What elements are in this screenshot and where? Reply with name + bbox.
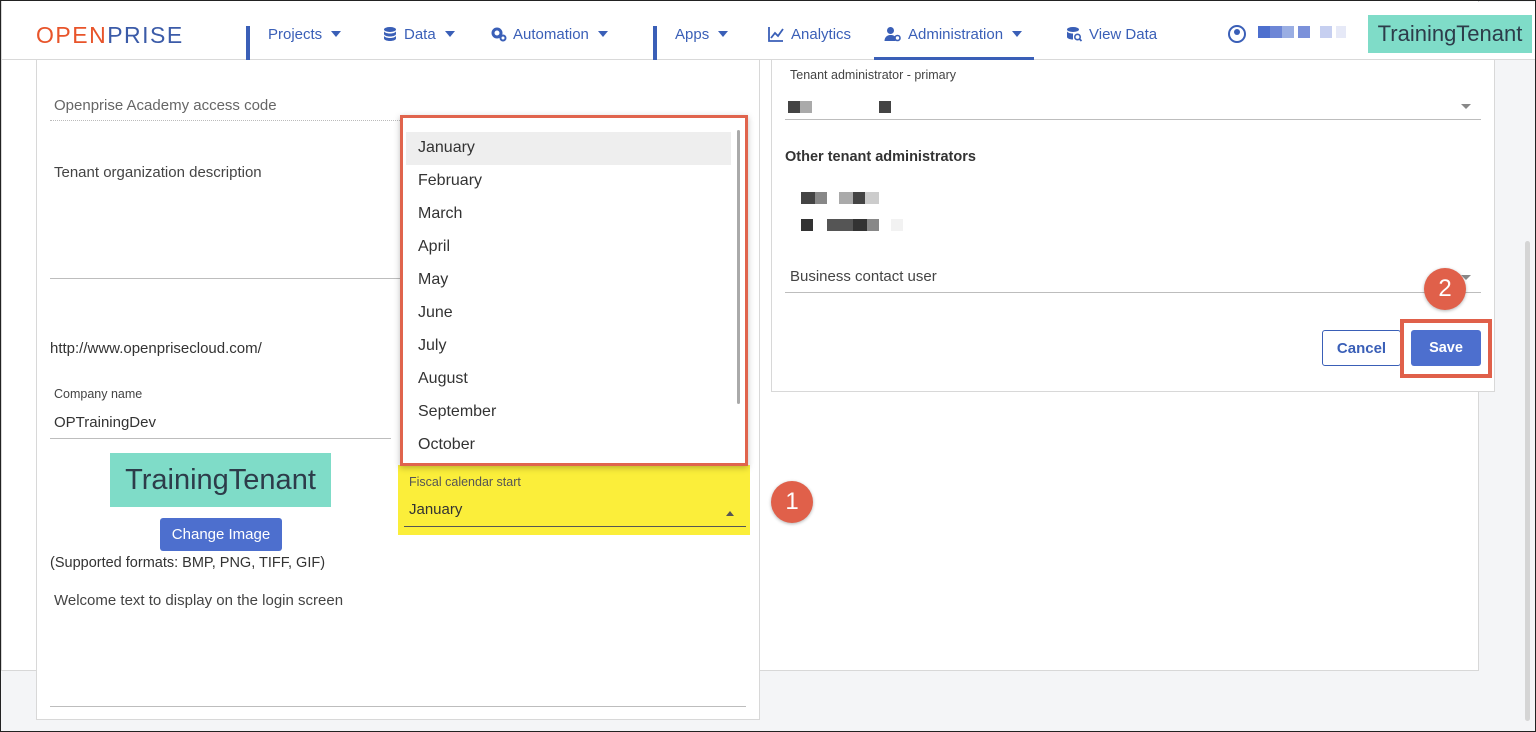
- grid-icon: [246, 26, 262, 62]
- database-search-icon: [1067, 27, 1083, 42]
- chevron-down-icon: [1012, 31, 1023, 37]
- fiscal-calendar-value: January: [409, 501, 463, 518]
- month-option[interactable]: April: [406, 231, 731, 264]
- redacted-block: [800, 101, 812, 113]
- month-option[interactable]: August: [406, 363, 731, 396]
- nav-data-label: Data: [404, 25, 436, 43]
- primary-admin-underline: [785, 119, 1481, 120]
- business-contact-field[interactable]: Business contact user: [790, 268, 937, 285]
- chevron-down-icon: [331, 31, 342, 37]
- change-image-button[interactable]: Change Image: [160, 518, 282, 551]
- other-admins-label: Other tenant administrators: [785, 149, 976, 165]
- month-option[interactable]: January: [406, 132, 731, 165]
- nav-view-data[interactable]: View Data: [1065, 23, 1157, 45]
- openprise-logo[interactable]: OPENPRISE: [36, 22, 184, 49]
- gears-icon: [491, 27, 507, 42]
- chevron-down-icon: [597, 31, 608, 37]
- app-window: OPENPRISE Projects Data Automation Apps …: [0, 0, 1536, 732]
- company-name-underline: [50, 438, 391, 439]
- month-option[interactable]: September: [406, 396, 731, 429]
- page-scrollbar[interactable]: [1525, 241, 1530, 721]
- top-nav: OPENPRISE Projects Data Automation Apps …: [2, 2, 1535, 62]
- redacted-block: [879, 101, 891, 113]
- company-name-label: Company name: [54, 387, 143, 401]
- description-field[interactable]: Tenant organization description: [54, 164, 262, 181]
- website-value: http://www.openprisecloud.com/: [50, 340, 262, 357]
- description-underline: [50, 278, 400, 279]
- company-name-input[interactable]: OPTrainingDev: [54, 414, 156, 431]
- tenant-badge[interactable]: TrainingTenant: [1368, 15, 1532, 53]
- nav-apps-label: Apps: [675, 25, 710, 43]
- nav-apps[interactable]: Apps: [653, 23, 729, 62]
- user-name-redacted: [1258, 26, 1348, 38]
- fiscal-month-dropdown: January February March April May June Ju…: [400, 115, 748, 466]
- chevron-down-icon: [444, 31, 455, 37]
- nav-analytics-label: Analytics: [791, 25, 852, 43]
- save-button[interactable]: Save: [1411, 330, 1481, 366]
- nav-administration[interactable]: Administration: [883, 23, 1023, 45]
- redacted-block: [788, 101, 800, 113]
- chevron-down-icon: [1461, 104, 1471, 109]
- primary-admin-label: Tenant administrator - primary: [790, 68, 957, 82]
- month-option[interactable]: February: [406, 165, 731, 198]
- month-option[interactable]: March: [406, 198, 731, 231]
- business-contact-underline: [785, 292, 1481, 293]
- nav-data[interactable]: Data: [382, 23, 455, 45]
- nav-analytics[interactable]: Analytics: [767, 23, 851, 45]
- welcome-text-field[interactable]: Welcome text to display on the login scr…: [54, 592, 343, 609]
- primary-admin-select[interactable]: [785, 93, 1481, 119]
- month-option[interactable]: October: [406, 429, 731, 462]
- academy-code-field[interactable]: Openprise Academy access code: [54, 97, 277, 114]
- academy-code-underline: [50, 120, 400, 121]
- month-options-list: January February March April May June Ju…: [406, 132, 731, 462]
- cancel-button[interactable]: Cancel: [1322, 330, 1401, 366]
- chevron-down-icon: [718, 31, 729, 37]
- step-marker-1: 1: [771, 481, 813, 523]
- supported-formats-note: (Supported formats: BMP, PNG, TIFF, GIF): [50, 555, 326, 571]
- month-option[interactable]: June: [406, 297, 731, 330]
- other-admins-list: [801, 192, 921, 236]
- user-gear-icon: [884, 27, 901, 42]
- user-icon[interactable]: [1228, 25, 1246, 43]
- nav-projects-label: Projects: [268, 25, 323, 43]
- database-icon: [384, 27, 396, 41]
- chevron-up-icon: [726, 511, 734, 516]
- grid-icon: [653, 26, 669, 62]
- nav-automation-label: Automation: [513, 25, 589, 43]
- welcome-text-underline: [50, 706, 746, 707]
- nav-projects[interactable]: Projects: [246, 23, 342, 62]
- step-marker-2: 2: [1424, 268, 1466, 310]
- tenant-logo-image: TrainingTenant: [110, 453, 331, 507]
- fiscal-calendar-select[interactable]: Fiscal calendar start January: [398, 465, 750, 535]
- month-option[interactable]: May: [406, 264, 731, 297]
- nav-automation[interactable]: Automation: [491, 23, 608, 45]
- nav-view-data-label: View Data: [1089, 25, 1158, 43]
- nav-administration-label: Administration: [908, 25, 1004, 43]
- chart-icon: [768, 27, 784, 42]
- month-option[interactable]: July: [406, 330, 731, 363]
- fiscal-calendar-underline: [404, 526, 746, 527]
- fiscal-calendar-label: Fiscal calendar start: [409, 475, 521, 489]
- dropdown-scrollbar[interactable]: [737, 130, 740, 404]
